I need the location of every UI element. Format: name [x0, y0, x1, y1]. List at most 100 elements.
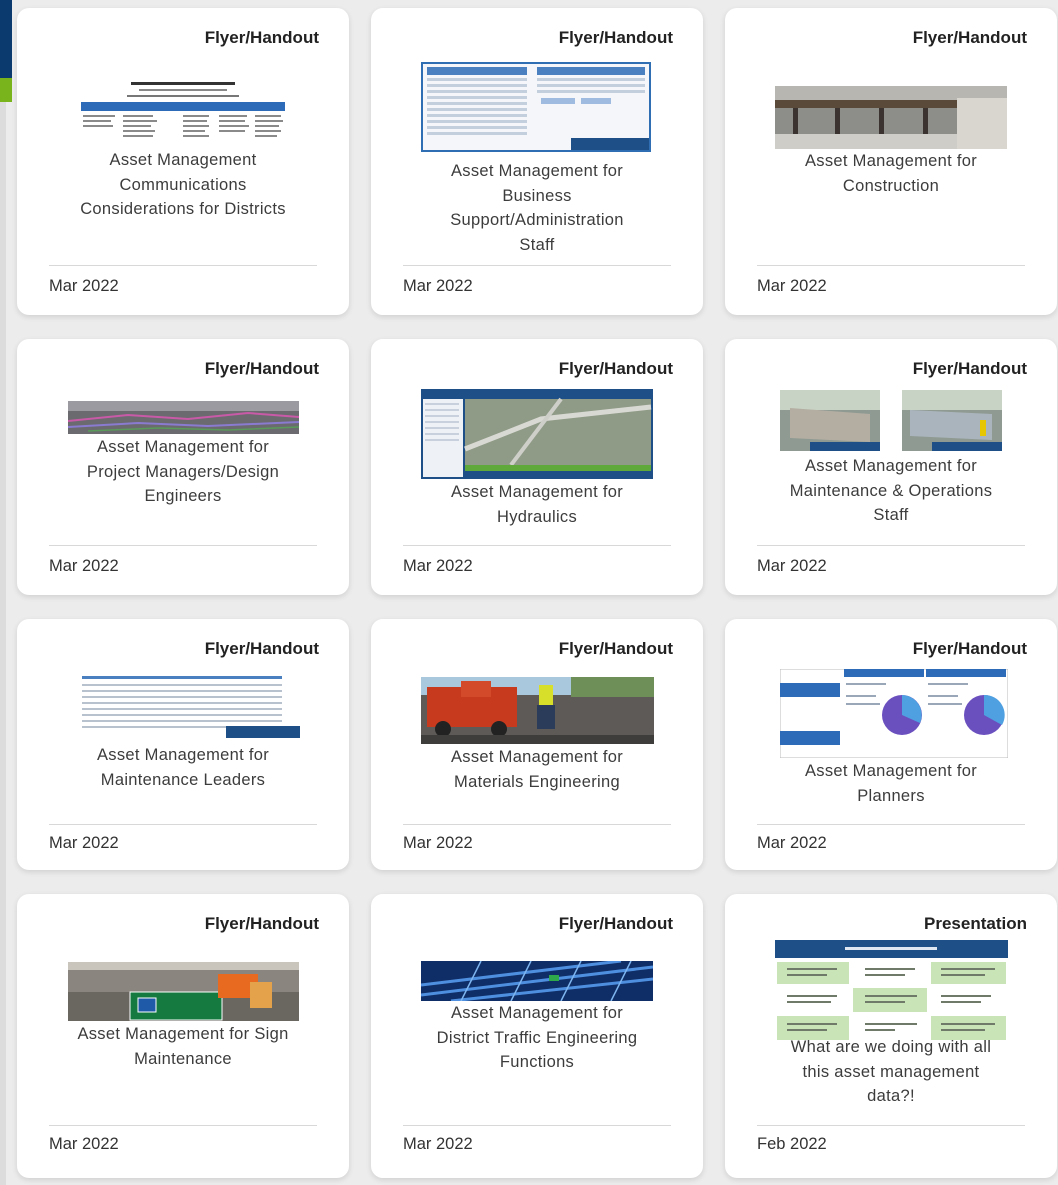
- title-line: data?!: [867, 1087, 915, 1105]
- card-divider: [757, 824, 1025, 825]
- title-line: Engineers: [144, 487, 222, 505]
- resource-type-label: Presentation: [924, 914, 1027, 933]
- card-divider: [403, 1125, 671, 1126]
- publish-date: Mar 2022: [49, 277, 119, 295]
- card-thumbnail[interactable]: [421, 62, 651, 152]
- resource-grid: Flyer/Handout Asset Management Communica…: [17, 8, 1057, 1178]
- resource-card[interactable]: Flyer/Handout Asset Management for Plann…: [725, 619, 1057, 870]
- card-divider: [403, 265, 671, 266]
- card-thumbnail[interactable]: [780, 669, 1008, 758]
- resource-card[interactable]: Flyer/Handout Asset Management for Maint…: [17, 619, 349, 870]
- resource-card[interactable]: Flyer/Handout Asset Management for Proje…: [17, 339, 349, 595]
- card-divider: [49, 1125, 317, 1126]
- resource-title-link[interactable]: Asset Management Communications Consider…: [57, 148, 309, 222]
- resource-title-link[interactable]: Asset Management for Planners: [765, 759, 1017, 808]
- publish-date: Mar 2022: [403, 557, 473, 575]
- resource-title-link[interactable]: Asset Management for District Traffic En…: [411, 1001, 663, 1075]
- card-divider: [49, 265, 317, 266]
- resource-type-label: Flyer/Handout: [558, 914, 673, 933]
- publish-date: Mar 2022: [49, 557, 119, 575]
- card-thumbnail[interactable]: [775, 86, 1007, 149]
- card-divider: [757, 265, 1025, 266]
- resource-card[interactable]: Flyer/Handout Asset Management for Distr…: [371, 894, 703, 1178]
- card-divider: [49, 545, 317, 546]
- resource-title-link[interactable]: Asset Management for Maintenance & Opera…: [765, 454, 1017, 528]
- title-line: Hydraulics: [496, 507, 578, 526]
- card-thumbnail[interactable]: [775, 940, 1008, 1042]
- title-line: Asset Management for: [805, 152, 977, 170]
- title-line: Communications: [119, 175, 247, 194]
- resource-type-label: Flyer/Handout: [204, 359, 319, 378]
- resource-card[interactable]: Flyer/Handout Asset Management for Busin…: [371, 8, 703, 315]
- resource-type-label: Flyer/Handout: [204, 28, 319, 47]
- title-line: Maintenance: [134, 1049, 232, 1068]
- title-line: Asset Management for: [451, 1004, 623, 1022]
- title-line: Asset Management for Sign: [77, 1025, 289, 1043]
- title-line: Asset Management: [109, 151, 257, 169]
- title-line: Planners: [857, 786, 925, 805]
- side-border: [0, 102, 6, 1185]
- resource-title-link[interactable]: Asset Management for Construction: [765, 149, 1017, 198]
- publish-date: Mar 2022: [757, 834, 827, 852]
- title-line: Functions: [499, 1053, 575, 1071]
- title-line: Maintenance Leaders: [100, 770, 266, 789]
- resource-title-link[interactable]: Asset Management for Business Support/Ad…: [411, 159, 663, 257]
- title-line: this asset management: [802, 1062, 980, 1081]
- card-thumbnail[interactable]: [68, 401, 299, 434]
- resource-type-label: Flyer/Handout: [558, 639, 673, 658]
- card-divider: [403, 824, 671, 825]
- resource-card[interactable]: Flyer/Handout Asset Management for Sign …: [17, 894, 349, 1178]
- title-line: Construction: [842, 176, 940, 195]
- card-divider: [757, 545, 1025, 546]
- resource-type-label: Flyer/Handout: [558, 28, 673, 47]
- card-thumbnail[interactable]: [421, 677, 654, 744]
- publish-date: Feb 2022: [757, 1135, 827, 1153]
- title-line: What are we doing with all: [790, 1038, 992, 1056]
- brand-bar-blue: [0, 0, 12, 78]
- publish-date: Mar 2022: [49, 834, 119, 852]
- title-line: Materials Engineering: [454, 772, 620, 791]
- resource-card[interactable]: Presentation What are we doing with all …: [725, 894, 1057, 1178]
- resource-title-link[interactable]: Asset Management for Maintenance Leaders: [57, 743, 309, 792]
- resource-title-link[interactable]: Asset Management for Hydraulics: [411, 480, 663, 529]
- resource-card[interactable]: Flyer/Handout Asset Management for Hydra…: [371, 339, 703, 595]
- publish-date: Mar 2022: [757, 557, 827, 575]
- title-line: Asset Management for: [97, 438, 269, 456]
- title-line: District Traffic Engineering: [436, 1028, 638, 1047]
- resource-title-link[interactable]: Asset Management for Sign Maintenance: [57, 1022, 309, 1071]
- title-line: Asset Management for: [451, 162, 623, 180]
- title-line: Asset Management for: [451, 748, 623, 766]
- card-thumbnail[interactable]: [421, 961, 653, 1001]
- publish-date: Mar 2022: [403, 1135, 473, 1153]
- card-thumbnail[interactable]: [79, 80, 287, 148]
- card-thumbnail[interactable]: [68, 962, 299, 1021]
- card-thumbnail[interactable]: [780, 390, 1002, 451]
- title-line: Considerations for Districts: [80, 200, 286, 218]
- resource-type-label: Flyer/Handout: [912, 28, 1027, 47]
- title-line: Staff: [519, 235, 555, 254]
- resource-title-link[interactable]: What are we doing with all this asset ma…: [765, 1035, 1017, 1109]
- title-line: Project Managers/Design: [86, 462, 280, 481]
- resource-title-link[interactable]: Asset Management for Project Managers/De…: [57, 435, 309, 509]
- title-line: Staff: [873, 506, 909, 524]
- resource-title-link[interactable]: Asset Management for Materials Engineeri…: [411, 745, 663, 794]
- resource-card[interactable]: Flyer/Handout Asset Management for Mater…: [371, 619, 703, 870]
- resource-type-label: Flyer/Handout: [204, 639, 319, 658]
- card-divider: [49, 824, 317, 825]
- resource-card[interactable]: Flyer/Handout Asset Management for Maint…: [725, 339, 1057, 595]
- resource-type-label: Flyer/Handout: [558, 359, 673, 378]
- brand-bar-green: [0, 78, 12, 102]
- publish-date: Mar 2022: [757, 277, 827, 295]
- title-line: Maintenance & Operations: [789, 481, 993, 500]
- title-line: Business: [502, 186, 572, 205]
- title-line: Asset Management for: [805, 762, 977, 780]
- resource-type-label: Flyer/Handout: [912, 359, 1027, 378]
- resource-card[interactable]: Flyer/Handout Asset Management for Const…: [725, 8, 1057, 315]
- card-thumbnail[interactable]: [82, 674, 300, 738]
- title-line: Support/Administration: [450, 211, 624, 229]
- card-thumbnail[interactable]: [421, 389, 653, 479]
- publish-date: Mar 2022: [403, 277, 473, 295]
- resource-type-label: Flyer/Handout: [912, 639, 1027, 658]
- resource-card[interactable]: Flyer/Handout Asset Management Communica…: [17, 8, 349, 315]
- card-divider: [403, 545, 671, 546]
